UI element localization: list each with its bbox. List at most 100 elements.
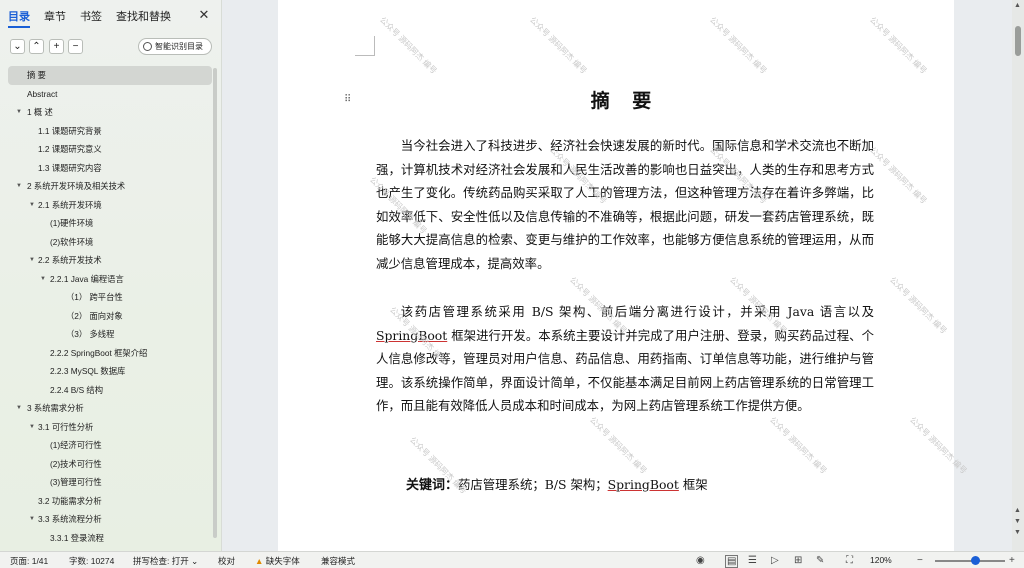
eye-icon[interactable]: ◉ [696,555,705,566]
proofread-button[interactable]: 校对 [218,555,235,567]
scroll-thumb[interactable] [1015,26,1021,56]
spellcheck-toggle[interactable]: 拼写检查: 打开 ⌄ [133,555,198,567]
chevron-down-icon: ⌄ [13,41,22,52]
expand-arrow-icon[interactable]: ▼ [29,251,35,269]
toc-item-label: 1.3 课题研究内容 [38,162,102,173]
toc-item[interactable]: 1.2 课题研究意义 [8,140,212,159]
toc-item-label: (2)技术可行性 [50,458,102,469]
tab-toc[interactable]: 目录 [8,8,30,28]
warning-icon: ▲ [255,556,264,566]
toc-item-label: 3.1 可行性分析 [38,421,94,432]
missing-font-label: 缺失字体 [265,556,300,566]
play-icon[interactable]: ▷ [771,555,779,566]
close-icon[interactable]: ✕ [197,8,211,22]
page-indicator[interactable]: 页面: 1/41 [10,555,48,567]
page-nav-icon[interactable]: ▲ ▼ ▼ [1014,505,1021,538]
toc-item-label: 2.2.1 Java 编程语言 [50,273,124,284]
zoom-in-button[interactable]: + [1009,555,1015,566]
toc-item[interactable]: ▼ 1 概 述 [8,103,212,122]
compat-mode-label: 兼容模式 [321,556,356,566]
smart-recognize-icon [143,42,152,51]
add-heading-button[interactable]: + [49,39,64,54]
toc-item-label: （1） 跨平台性 [66,292,123,302]
toc-list: 摘 要 Abstract ▼ 1 概 述 1.1 课题研究背景 1.2 课题研究意义 1.3… [8,66,212,547]
document-page[interactable] [278,0,954,551]
navigation-pane: 目录 章节 书签 查找和替换 ✕ ⌄ ⌃ + − 智能识别目录 摘 要 Abstr… [0,0,222,551]
outline-view-icon[interactable]: ☰ [748,555,757,566]
smart-toc-label: 智能识别目录 [155,42,203,51]
tab-chapters[interactable]: 章节 [44,8,66,28]
toc-item-label: 1.2 课题研究意义 [38,144,102,154]
smart-toc-button[interactable]: 智能识别目录 [138,38,212,55]
fit-page-icon[interactable]: ⛶ [846,555,853,566]
expand-arrow-icon[interactable]: ▼ [29,510,35,528]
toc-item-label: 2.2.4 B/S 结构 [50,384,104,395]
toc-item[interactable]: ▼ 2.1 系统开发环境 [8,196,212,215]
toc-item[interactable]: 1.1 课题研究背景 [8,122,212,141]
toc-item[interactable]: 2.2.3 MySQL 数据库 [8,362,212,381]
paragraph-text: 框架进行开发。本系统主要设计并完成了用户注册、登录，购买药品过程、个人信息修改等… [376,327,874,414]
web-view-icon[interactable]: ⊞ [794,555,802,566]
expand-arrow-icon[interactable]: ▼ [29,418,35,436]
zoom-slider[interactable] [935,560,1005,562]
toc-item[interactable]: (3)管理可行性 [8,473,212,492]
toc-item[interactable]: ▼ 3 系统需求分析 [8,399,212,418]
spell-flagged-word[interactable]: SpringBoot [608,477,679,492]
toc-item[interactable]: ▼ 3.1 可行性分析 [8,418,212,437]
toc-item-label: 3.2 功能需求分析 [38,495,102,506]
scroll-up-icon[interactable]: ▲ [1014,2,1021,9]
toc-item[interactable]: 摘 要 [8,66,212,85]
toc-item[interactable]: 2.2.2 SpringBoot 框架介绍 [8,344,212,363]
pen-icon[interactable]: ✎ [816,555,824,566]
expand-arrow-icon[interactable]: ▼ [16,399,22,417]
toc-item[interactable]: 1.3 课题研究内容 [8,159,212,178]
remove-heading-button[interactable]: − [68,39,83,54]
toc-item[interactable]: (2)技术可行性 [8,455,212,474]
toc-item-label: 1 概 述 [27,107,53,117]
toc-item[interactable]: Abstract [8,85,212,104]
word-count[interactable]: 字数: 10274 [69,555,114,567]
margin-corner-mark [355,36,375,56]
expand-all-button[interactable]: ⌃ [29,39,44,54]
toc-item-label: 摘 要 [27,70,46,80]
keywords-label: 关键词： [406,478,459,493]
toc-item[interactable]: 2.2.4 B/S 结构 [8,381,212,400]
toc-item-label: (1)硬件环境 [50,218,94,228]
expand-arrow-icon[interactable]: ▼ [16,177,22,195]
spell-flagged-word[interactable]: SpringBoot [376,328,447,343]
toc-item[interactable]: ▼ 2.2 系统开发技术 [8,251,212,270]
page-view-icon[interactable]: ▤ [725,555,739,568]
expand-arrow-icon[interactable]: ▼ [40,270,46,288]
status-bar: 页面: 1/41 字数: 10274 拼写检查: 打开 ⌄ 校对 ▲ 缺失字体 … [0,551,1024,568]
toc-item[interactable]: （1） 跨平台性 [8,288,212,307]
zoom-out-button[interactable]: − [917,555,923,566]
expand-arrow-icon[interactable]: ▼ [16,103,22,121]
toc-item[interactable]: （2） 面向对象 [8,307,212,326]
toc-item[interactable]: ▼ 2.2.1 Java 编程语言 [8,270,212,289]
tab-bookmarks[interactable]: 书签 [80,8,102,28]
toc-item[interactable]: (1)硬件环境 [8,214,212,233]
zoom-level[interactable]: 120% [870,555,892,565]
abstract-paragraph-1: 当今社会进入了科技进步、经济社会快速发展的新时代。国际信息和学术交流也不断加强，… [376,134,874,275]
drag-handle-icon[interactable]: ⠿ [344,94,351,105]
expand-arrow-icon[interactable]: ▼ [29,196,35,214]
collapse-all-button[interactable]: ⌄ [10,39,25,54]
tab-find-replace[interactable]: 查找和替换 [116,8,171,28]
toc-item-label: 2.2.2 SpringBoot 框架介绍 [50,347,148,358]
keywords-text: 药店管理系统；B/S 架构； [458,477,608,492]
toc-item[interactable]: ▼ 3.3 系统流程分析 [8,510,212,529]
toc-scrollbar[interactable] [213,68,217,538]
toc-item[interactable]: ▼ 2 系统开发环境及相关技术 [8,177,212,196]
zoom-slider-knob[interactable] [971,556,980,565]
missing-font-button[interactable]: ▲ 缺失字体 [255,555,300,567]
toc-item-label: （3） 多线程 [66,329,115,339]
toc-item[interactable]: 3.3.1 登录流程 [8,529,212,548]
toc-item[interactable]: (1)经济可行性 [8,436,212,455]
toc-item[interactable]: 3.2 功能需求分析 [8,492,212,511]
toc-item[interactable]: (2)软件环境 [8,233,212,252]
toc-item-label: 3.3.1 登录流程 [50,532,104,543]
abstract-paragraph-2: 该药店管理系统采用 B/S 架构、前后端分离进行设计，并采用 Java 语言以及… [376,300,874,418]
toc-item[interactable]: （3） 多线程 [8,325,212,344]
document-scrollbar[interactable]: ▲ ▲ ▼ ▼ [1012,0,1024,551]
toc-item-label: (1)经济可行性 [50,440,102,450]
